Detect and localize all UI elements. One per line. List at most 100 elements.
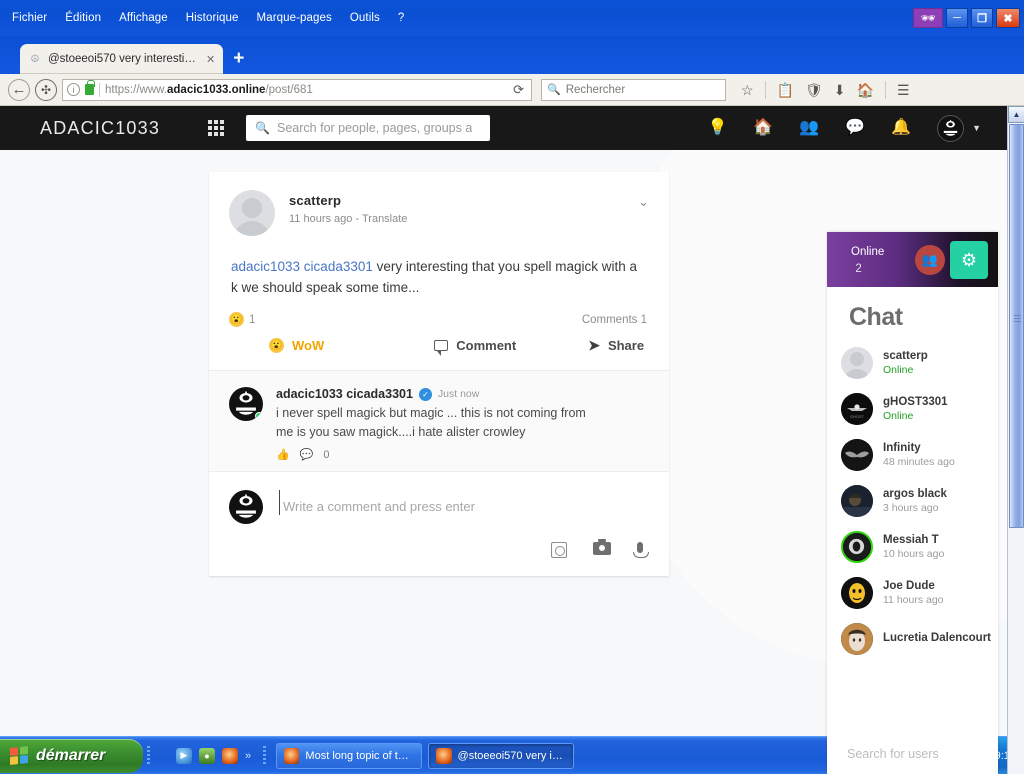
chat-user-status: 11 hours ago bbox=[883, 594, 944, 606]
media-player-icon[interactable]: ▶ bbox=[176, 747, 192, 764]
avatar[interactable] bbox=[229, 490, 263, 524]
post-mention-link[interactable]: adacic1033 cicada3301 bbox=[231, 259, 373, 274]
browser-search-box[interactable]: 🔍 Rechercher bbox=[541, 78, 726, 101]
chat-title: Chat bbox=[849, 303, 903, 331]
site-search-input[interactable]: 🔍 Search for people, pages, groups a bbox=[246, 115, 491, 141]
taskbar-item-label: @stoeeoi570 very int... bbox=[457, 749, 567, 762]
taskbar-item-active[interactable]: @stoeeoi570 very int... bbox=[428, 742, 575, 769]
maximize-icon: ❐ bbox=[977, 12, 987, 25]
menu-item-help[interactable]: ? bbox=[396, 10, 407, 26]
reload-icon[interactable]: ⟳ bbox=[513, 82, 527, 98]
home-icon[interactable]: 🏠 bbox=[857, 83, 874, 97]
chat-list-item[interactable]: scatterp Online bbox=[827, 340, 998, 386]
browser-tab[interactable]: ☮ @stoeeoi570 very interesting... ✕ bbox=[20, 44, 224, 74]
url-domain: adacic1033.online bbox=[167, 83, 266, 96]
chat-user-name: Messiah T bbox=[883, 534, 939, 546]
thumbs-up-icon[interactable]: 👍 bbox=[276, 448, 290, 461]
react-button[interactable]: 😮 WoW bbox=[269, 338, 324, 353]
site-brand[interactable]: ADACIC1033 bbox=[40, 118, 160, 139]
sticker-icon[interactable] bbox=[551, 542, 567, 558]
divider bbox=[99, 82, 100, 97]
comment-author[interactable]: adacic1033 cicada3301 bbox=[276, 387, 413, 401]
private-mask-button[interactable]: 🕶 bbox=[913, 8, 943, 28]
camera-icon[interactable]: ● bbox=[199, 747, 215, 764]
search-icon: 🔍 bbox=[547, 84, 561, 96]
menu-item-marque-pages[interactable]: Marque-pages bbox=[255, 10, 334, 26]
gear-icon-button[interactable]: ⚙ bbox=[950, 241, 988, 279]
post-options-chevron-down-icon[interactable]: ⌄ bbox=[638, 190, 649, 210]
clipboard-icon[interactable]: 📋 bbox=[777, 83, 794, 97]
download-icon[interactable]: ⬇ bbox=[834, 83, 846, 97]
tab-favicon-bird-icon: ☮ bbox=[30, 53, 40, 65]
menu-item-outils[interactable]: Outils bbox=[348, 10, 382, 26]
tab-title: @stoeeoi570 very interesting... bbox=[48, 53, 198, 65]
avatar[interactable] bbox=[229, 387, 263, 421]
chat-search-input[interactable]: Search for users bbox=[827, 733, 998, 774]
chat-user-name: Lucretia Dalencourt bbox=[883, 632, 991, 644]
close-button[interactable]: ✖ bbox=[996, 8, 1020, 28]
lightbulb-icon[interactable]: 💡 bbox=[707, 120, 727, 136]
chat-list-item[interactable]: Lucretia Dalencourt bbox=[827, 616, 998, 662]
reaction-count: 1 bbox=[249, 313, 256, 326]
post-author[interactable]: scatterp bbox=[289, 193, 407, 208]
comment-button[interactable]: Comment bbox=[434, 338, 516, 356]
browser-title-bar: Fichier Édition Affichage Historique Mar… bbox=[0, 0, 1024, 36]
people-icon-button[interactable]: 👥 bbox=[915, 245, 945, 275]
firefox-icon bbox=[436, 747, 452, 764]
svg-text:GHOST: GHOST bbox=[850, 414, 865, 419]
camera-icon[interactable] bbox=[593, 539, 611, 555]
quick-launch-more-icon[interactable]: » bbox=[245, 750, 251, 762]
page-info-icon[interactable]: i bbox=[67, 83, 80, 96]
stop-button[interactable]: ✣ bbox=[35, 78, 57, 101]
firefox-icon[interactable] bbox=[222, 747, 238, 764]
chat-list-item[interactable]: Infinity 48 minutes ago bbox=[827, 432, 998, 478]
avatar bbox=[841, 623, 873, 655]
minimize-button[interactable]: ─ bbox=[946, 8, 968, 28]
messages-icon[interactable]: 💬 bbox=[845, 120, 865, 136]
taskbar-item[interactable]: Most long topic of the... bbox=[276, 742, 423, 769]
taskbar-grip[interactable] bbox=[263, 745, 267, 766]
toolbar-icons: ☆ 📋 🛡 ⬇ 🏠 ☰ bbox=[741, 80, 910, 99]
avatar[interactable] bbox=[229, 190, 275, 236]
apps-grid-icon[interactable] bbox=[208, 120, 225, 136]
chat-header: Online 2 👥 ⚙ bbox=[827, 232, 998, 287]
menu-item-historique[interactable]: Historique bbox=[184, 10, 241, 26]
back-button[interactable]: ← bbox=[8, 78, 30, 101]
maximize-button[interactable]: ❐ bbox=[971, 8, 993, 28]
tab-close-icon[interactable]: ✕ bbox=[206, 53, 215, 66]
star-icon[interactable]: ☆ bbox=[741, 83, 754, 97]
avatar[interactable] bbox=[937, 114, 965, 142]
chat-list-item[interactable]: argos black 3 hours ago bbox=[827, 478, 998, 524]
microphone-icon[interactable] bbox=[633, 542, 649, 558]
menu-item-fichier[interactable]: Fichier bbox=[10, 10, 49, 26]
home-icon[interactable]: 🏠 bbox=[753, 120, 773, 136]
share-label: Share bbox=[607, 338, 645, 353]
friends-icon[interactable]: 👥 bbox=[799, 120, 819, 136]
chevron-down-icon[interactable]: ▼ bbox=[972, 123, 981, 133]
chat-list-item[interactable]: Messiah T 10 hours ago bbox=[827, 524, 998, 570]
notifications-icon[interactable]: 🔔 bbox=[891, 120, 911, 136]
comment-input-field[interactable]: Write a comment and press enter bbox=[279, 490, 649, 516]
comments-count[interactable]: Comments 1 bbox=[582, 314, 647, 326]
scrollbar-thumb[interactable] bbox=[1009, 124, 1024, 528]
share-button[interactable]: ➤ Share bbox=[588, 337, 644, 354]
taskbar-grip[interactable] bbox=[147, 745, 150, 766]
menu-icon[interactable]: ☰ bbox=[897, 83, 910, 97]
close-icon: ✖ bbox=[1003, 12, 1013, 25]
new-tab-button[interactable]: + bbox=[233, 49, 244, 68]
search-icon: 🔍 bbox=[255, 121, 271, 135]
shield-icon[interactable]: 🛡 bbox=[805, 83, 823, 97]
windows-flag-icon bbox=[10, 746, 28, 765]
post-stats: 😮 1 Comments 1 bbox=[209, 304, 669, 329]
comment-bubble-icon[interactable]: 💬 bbox=[300, 448, 314, 461]
menu-item-affichage[interactable]: Affichage bbox=[117, 10, 170, 26]
menu-item-edition[interactable]: Édition bbox=[63, 10, 103, 26]
start-button[interactable]: démarrer bbox=[0, 738, 143, 773]
address-bar[interactable]: i https://www.adacic1033.online/post/681… bbox=[62, 78, 532, 101]
chat-list-item[interactable]: Joe Dude 11 hours ago bbox=[827, 570, 998, 616]
chat-list-item[interactable]: GHOST gHOST3301 Online bbox=[827, 386, 998, 432]
page-scrollbar[interactable]: ▲ bbox=[1007, 106, 1024, 774]
scroll-up-arrow-icon[interactable]: ▲ bbox=[1008, 106, 1024, 123]
post-timestamp: 11 hours ago - Translate bbox=[289, 213, 408, 225]
chat-online-label: Online bbox=[851, 245, 885, 258]
